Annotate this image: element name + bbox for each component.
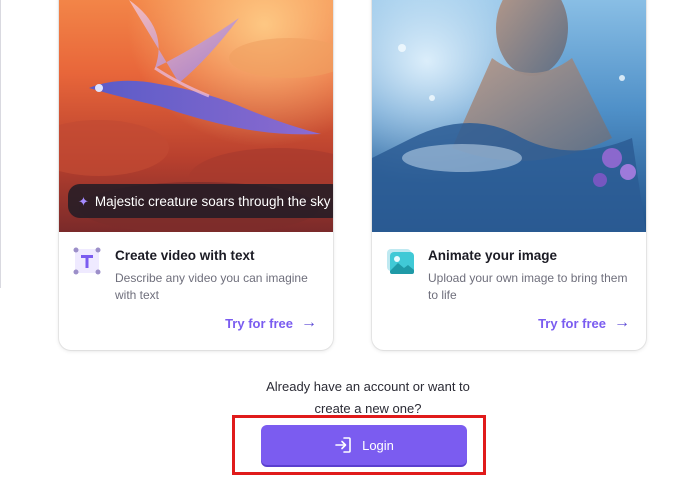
login-button[interactable]: Login: [261, 425, 467, 465]
login-icon: [335, 437, 351, 453]
card-description: Upload your own image to bring them to l…: [428, 271, 628, 302]
arrow-right-icon: →: [301, 314, 317, 331]
card-title: Create video with text: [115, 248, 255, 263]
card-description: Describe any video you can imagine with …: [115, 271, 308, 302]
image-to-video-icon: [385, 246, 415, 276]
sparkle-icon: ✦: [78, 193, 89, 209]
card-title: Animate your image: [428, 248, 558, 263]
account-prompt-line1: Already have an account or want to: [266, 379, 470, 394]
account-prompt: Already have an account or want to creat…: [218, 376, 518, 420]
left-edge-divider: [0, 0, 1, 288]
text-to-video-icon: [72, 246, 102, 276]
try-for-free-link[interactable]: Try for free →: [538, 315, 630, 331]
try-for-free-label: Try for free: [538, 315, 606, 331]
water-man-image: [372, 0, 646, 232]
arrow-right-icon: →: [614, 314, 630, 331]
prompt-chip-text: Majestic creature soars through the sky: [94, 193, 331, 209]
prompt-chip: ✦ Majestic creature soars through the sk…: [68, 184, 333, 218]
login-label: Login: [362, 437, 394, 453]
try-for-free-link[interactable]: Try for free →: [225, 315, 317, 331]
try-for-free-label: Try for free: [225, 315, 293, 331]
image-to-video-card[interactable]: Animate your image Upload your own image…: [372, 0, 646, 350]
text-to-video-card[interactable]: ✦ Majestic creature soars through the sk…: [59, 0, 333, 350]
